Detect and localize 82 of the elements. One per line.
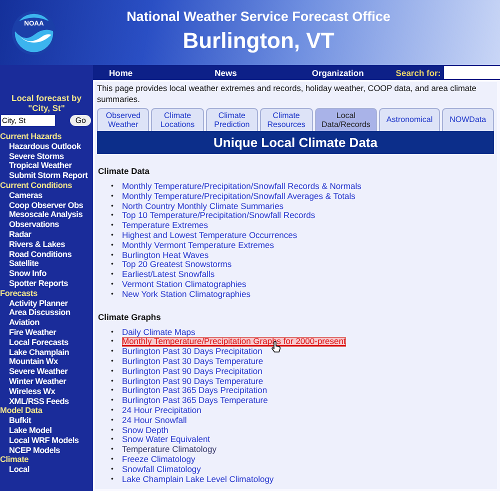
climate-link[interactable]: Burlington Heat Waves bbox=[122, 250, 209, 260]
sidebar-link[interactable]: Wireless Wx bbox=[0, 386, 56, 397]
climate-link[interactable]: Burlington Past 365 Days Temperature bbox=[122, 396, 268, 406]
sidebar-link[interactable]: Local Forecasts bbox=[0, 338, 68, 348]
sidebar-heading: Current Conditions bbox=[0, 180, 72, 191]
sidebar-link[interactable]: Radar bbox=[0, 230, 32, 240]
sidebar-link[interactable]: Tropical Weather bbox=[0, 161, 72, 172]
sidebar-link[interactable]: Activity Planner bbox=[0, 298, 68, 308]
sidebar-link[interactable]: Spotter Reports bbox=[0, 278, 68, 289]
climate-link[interactable]: Monthly Vermont Temperature Extremes bbox=[122, 240, 274, 251]
go-button[interactable]: Go bbox=[70, 115, 91, 126]
sidebar-link[interactable]: Winter Weather bbox=[0, 376, 66, 387]
climate-link[interactable]: Vermont Station Climatographies bbox=[122, 280, 246, 290]
agency-title: National Weather Service Forecast Office bbox=[126, 9, 390, 24]
sidebar-link[interactable]: Lake Champlain bbox=[0, 348, 70, 358]
sidebar-link[interactable]: Coop Observer Obs bbox=[0, 200, 84, 210]
sidebar-link[interactable]: Mountain Wx bbox=[0, 357, 58, 368]
tab[interactable]: Climate Locations bbox=[151, 108, 204, 131]
climate-link[interactable]: Monthly Temperature/Precipitation/Snowfall Averages & Totals bbox=[122, 192, 356, 202]
sidebar-link[interactable]: NCEP Models bbox=[0, 446, 60, 456]
search-label: Search for: bbox=[396, 68, 441, 78]
sidebar-link[interactable]: Cameras bbox=[0, 190, 42, 201]
sidebar-link[interactable]: XML/RSS Feeds bbox=[0, 396, 69, 406]
sidebar-link[interactable]: Mesoscale Analysis bbox=[0, 210, 83, 220]
climate-link[interactable]: Burlington Past 365 Days Precipitation bbox=[122, 386, 268, 396]
climate-link[interactable]: 24 Hour Snowfall bbox=[122, 416, 187, 426]
climate-link[interactable]: Monthly Temperature/Precipitation/Snowfall Records & Normals bbox=[122, 182, 362, 192]
sidebar-link[interactable]: Local bbox=[0, 465, 30, 475]
climate-link[interactable]: Burlington Past 90 Days Temperature bbox=[122, 376, 264, 386]
sidebar-link[interactable]: Bufkit bbox=[0, 416, 32, 426]
sidebar-heading: Forecasts bbox=[0, 288, 38, 299]
sidebar-link[interactable]: Severe Storms bbox=[0, 152, 64, 162]
climate-link[interactable]: Snow Depth bbox=[122, 426, 168, 436]
climate-link[interactable]: 24 Hour Precipitation bbox=[122, 406, 202, 416]
section-banner: Unique Local Climate Data bbox=[97, 131, 494, 154]
sidebar-link[interactable]: Local WRF Models bbox=[0, 436, 79, 446]
climate-link[interactable]: Freeze Climatology bbox=[122, 454, 196, 465]
sidebar-heading: Model Data bbox=[0, 406, 44, 416]
tab[interactable]: Astronomical bbox=[379, 108, 440, 131]
climate-link[interactable]: Top 10 Temperature/Precipitation/Snowfall Records bbox=[122, 211, 316, 222]
tab[interactable]: NOWData bbox=[442, 108, 494, 131]
nav-link[interactable]: News bbox=[214, 68, 237, 78]
tab[interactable]: Observed Weather bbox=[97, 108, 150, 131]
sidebar-link[interactable]: Rivers & Lakes bbox=[0, 240, 65, 250]
climate-link[interactable]: Burlington Past 30 Days Temperature bbox=[122, 356, 264, 367]
sidebar-link[interactable]: Fire Weather bbox=[0, 328, 56, 338]
climate-link[interactable]: Top 20 Greatest Snowstorms bbox=[122, 260, 232, 270]
tab[interactable]: Climate Resources bbox=[260, 108, 312, 131]
climate-link[interactable]: North Country Monthly Climate Summaries bbox=[122, 202, 284, 212]
climate-link[interactable]: New York Station Climatographies bbox=[122, 290, 251, 300]
climate-link[interactable]: Snow Water Equivalent bbox=[122, 435, 210, 446]
sidebar-link[interactable]: Hazardous Outlook bbox=[0, 142, 81, 152]
climate-link[interactable]: Earliest/Latest Snowfalls bbox=[122, 270, 215, 280]
section-heading: Climate Data bbox=[98, 166, 150, 176]
sidebar-link[interactable]: Area Discussion bbox=[0, 308, 70, 318]
sidebar-link[interactable]: Satellite bbox=[0, 259, 39, 270]
climate-link[interactable]: Highest and Lowest Temperature Occurrences bbox=[122, 230, 298, 241]
climate-link[interactable]: Burlington Past 30 Days Precipitation bbox=[122, 347, 262, 357]
section-heading: Climate Graphs bbox=[98, 312, 162, 322]
nav-link[interactable]: Organization bbox=[312, 68, 364, 78]
climate-link[interactable]: Temperature Climatology bbox=[122, 445, 216, 455]
forecast-label: Local forecast by "City, St" bbox=[10, 93, 82, 113]
intro-text: This page provides local weather extremes and records, holiday weather, COOP data, and area climate summaries. bbox=[97, 83, 478, 104]
sidebar-link[interactable]: Lake Model bbox=[0, 426, 52, 436]
climate-link[interactable]: Temperature Extremes bbox=[122, 221, 208, 231]
climate-link[interactable]: Snowfall Climatology bbox=[122, 464, 201, 475]
sidebar-link[interactable]: Submit Storm Report bbox=[0, 171, 88, 181]
tab[interactable]: Local Data/Records bbox=[314, 108, 378, 131]
nav-link[interactable]: Home bbox=[109, 68, 133, 78]
sidebar-link[interactable]: Severe Weather bbox=[0, 367, 68, 377]
office-title: Burlington, VT bbox=[182, 28, 334, 54]
search-field[interactable] bbox=[444, 66, 500, 79]
sidebar-link[interactable]: Aviation bbox=[0, 318, 40, 328]
sidebar-link[interactable]: Observations bbox=[0, 220, 60, 230]
sidebar-link[interactable]: Snow Info bbox=[0, 269, 46, 279]
sidebar-heading: Current Hazards bbox=[0, 132, 63, 142]
climate-link[interactable]: Lake Champlain Lake Level Climatology bbox=[122, 474, 274, 484]
climate-link[interactable]: Burlington Past 90 Days Precipitation bbox=[122, 366, 262, 377]
sidebar-link[interactable]: Road Conditions bbox=[0, 250, 72, 260]
climate-link[interactable]: Daily Climate Maps bbox=[122, 328, 196, 338]
tab[interactable]: Climate Prediction bbox=[206, 108, 258, 131]
sidebar-heading: Climate bbox=[0, 455, 30, 466]
